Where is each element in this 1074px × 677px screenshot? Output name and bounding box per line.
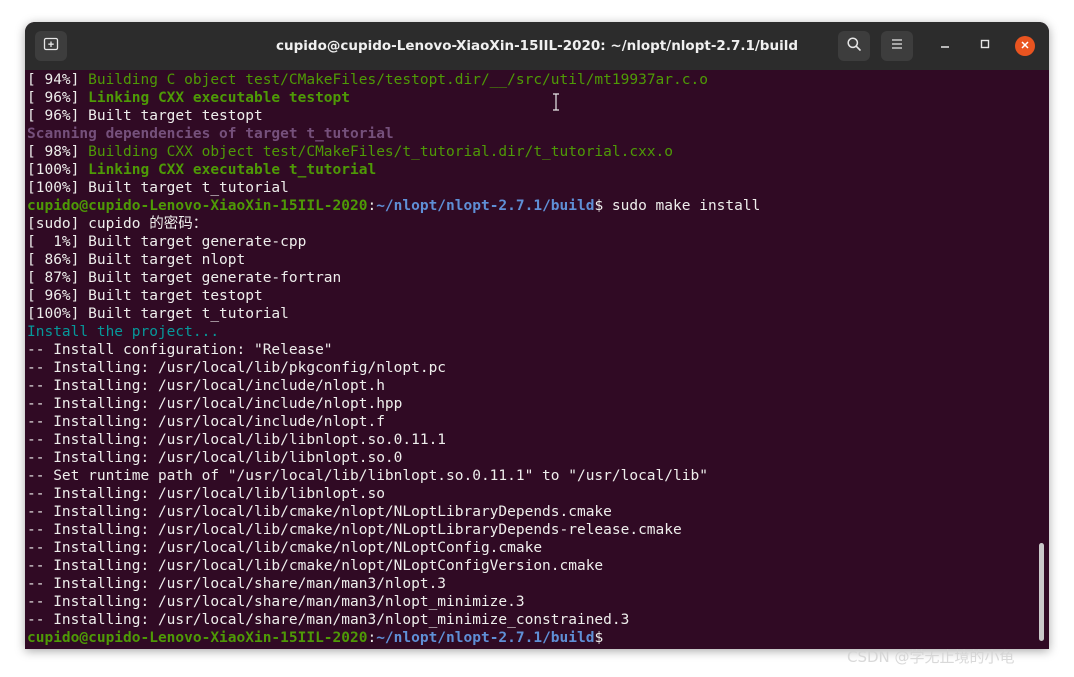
terminal-text-segment: [100%] — [27, 162, 89, 178]
maximize-button[interactable] — [975, 36, 995, 56]
terminal-line: [sudo] cupido 的密码： — [27, 215, 760, 233]
terminal-text-segment: -- Install configuration: "Release" — [27, 342, 333, 358]
minimize-button[interactable] — [935, 36, 955, 56]
menu-button[interactable] — [881, 31, 913, 61]
terminal-line: -- Installing: /usr/local/lib/cmake/nlop… — [27, 521, 760, 539]
terminal-line: [100%] Built target t_tutorial — [27, 305, 760, 323]
mouse-ibeam-cursor-icon — [551, 93, 561, 111]
terminal-text-segment: [ 87%] Built target generate-fortran — [27, 270, 342, 286]
terminal-text-segment: : — [367, 198, 377, 214]
terminal-line: [100%] Linking CXX executable t_tutorial — [27, 161, 760, 179]
terminal-text-segment: $ sudo make install — [594, 198, 761, 214]
terminal-line: -- Installing: /usr/local/lib/pkgconfig/… — [27, 359, 760, 377]
terminal-line: -- Installing: /usr/local/lib/cmake/nlop… — [27, 503, 760, 521]
terminal-line: -- Installing: /usr/local/include/nlopt.… — [27, 377, 760, 395]
terminal-text-segment: [ 94%] — [27, 72, 89, 88]
search-button[interactable] — [838, 31, 870, 61]
terminal-text-segment: -- Installing: /usr/local/include/nlopt.… — [27, 396, 403, 412]
terminal-text-segment: -- Installing: /usr/local/lib/cmake/nlop… — [27, 540, 543, 556]
terminal-line: Scanning dependencies of target t_tutori… — [27, 125, 760, 143]
terminal-text-segment: [100%] Built target t_tutorial — [27, 180, 289, 196]
terminal-text-segment: Scanning dependencies of target t_tutori… — [27, 126, 394, 142]
terminal-text-segment: [ 98%] — [27, 144, 89, 160]
terminal-line: [ 87%] Built target generate-fortran — [27, 269, 760, 287]
close-icon — [1020, 37, 1030, 55]
terminal-text-segment: [ 96%] Built target testopt — [27, 288, 263, 304]
terminal-text-segment: [100%] Built target t_tutorial — [27, 306, 289, 322]
terminal-line: [ 96%] Linking CXX executable testopt — [27, 89, 760, 107]
terminal-text-segment: [ 96%] — [27, 90, 89, 106]
terminal-text-segment: [ 1%] Built target generate-cpp — [27, 234, 307, 250]
terminal-text-segment: Linking CXX executable t_tutorial — [88, 162, 377, 178]
terminal-line: -- Installing: /usr/local/lib/libnlopt.s… — [27, 485, 760, 503]
terminal-text-segment: -- Installing: /usr/local/lib/libnlopt.s… — [27, 450, 403, 466]
search-icon — [846, 36, 862, 57]
terminal-line: -- Installing: /usr/local/include/nlopt.… — [27, 395, 760, 413]
terminal-text-segment: -- Installing: /usr/local/include/nlopt.… — [27, 378, 385, 394]
terminal-text-segment: : — [367, 630, 377, 646]
terminal-line: Install the project... — [27, 323, 760, 341]
terminal-line: -- Set runtime path of "/usr/local/lib/l… — [27, 467, 760, 485]
terminal-text-segment: Building C object test/CMakeFiles/testop… — [88, 72, 708, 88]
terminal-text-segment: ~/nlopt/nlopt-2.7.1/build — [376, 630, 595, 646]
terminal-text-segment: $ — [594, 630, 604, 646]
terminal-text-segment: Linking CXX executable testopt — [88, 90, 351, 106]
terminal-text-segment: [ 86%] Built target nlopt — [27, 252, 246, 268]
terminal-line: [ 94%] Building C object test/CMakeFiles… — [27, 71, 760, 89]
terminal-text-segment: -- Installing: /usr/local/include/nlopt.… — [27, 414, 385, 430]
terminal-line: -- Install configuration: "Release" — [27, 341, 760, 359]
terminal-output-area[interactable]: [ 94%] Building C object test/CMakeFiles… — [25, 70, 1049, 649]
terminal-line: -- Installing: /usr/local/share/man/man3… — [27, 593, 760, 611]
terminal-line: -- Installing: /usr/local/lib/cmake/nlop… — [27, 557, 760, 575]
terminal-line: [ 98%] Building CXX object test/CMakeFil… — [27, 143, 760, 161]
terminal-line: -- Installing: /usr/local/share/man/man3… — [27, 611, 760, 629]
terminal-window: cupido@cupido-Lenovo-XiaoXin-15IIL-2020:… — [25, 22, 1049, 649]
terminal-text-segment: -- Installing: /usr/local/lib/libnlopt.s… — [27, 486, 385, 502]
terminal-text-segment: [sudo] cupido 的密码： — [27, 216, 208, 232]
terminal-text-segment: -- Set runtime path of "/usr/local/lib/l… — [27, 468, 708, 484]
new-tab-icon — [43, 36, 59, 57]
terminal-text-segment: ~/nlopt/nlopt-2.7.1/build — [376, 198, 595, 214]
terminal-text-segment: -- Installing: /usr/local/lib/pkgconfig/… — [27, 360, 447, 376]
terminal-text-segment: -- Installing: /usr/local/lib/libnlopt.s… — [27, 432, 447, 448]
terminal-text-segment: -- Installing: /usr/local/lib/cmake/nlop… — [27, 504, 612, 520]
hamburger-menu-icon — [890, 37, 904, 56]
terminal-line: -- Installing: /usr/local/include/nlopt.… — [27, 413, 760, 431]
terminal-line: -- Installing: /usr/local/share/man/man3… — [27, 575, 760, 593]
title-bar[interactable]: cupido@cupido-Lenovo-XiaoXin-15IIL-2020:… — [25, 22, 1049, 70]
new-tab-button[interactable] — [35, 31, 67, 61]
terminal-line: cupido@cupido-Lenovo-XiaoXin-15IIL-2020:… — [27, 197, 760, 215]
terminal-text-segment: -- Installing: /usr/local/lib/cmake/nlop… — [27, 558, 604, 574]
terminal-text-segment: -- Installing: /usr/local/lib/cmake/nlop… — [27, 522, 682, 538]
terminal-line: -- Installing: /usr/local/lib/libnlopt.s… — [27, 431, 760, 449]
terminal-line: [ 96%] Built target testopt — [27, 287, 760, 305]
terminal-line: -- Installing: /usr/local/lib/cmake/nlop… — [27, 539, 760, 557]
terminal-line: [ 1%] Built target generate-cpp — [27, 233, 760, 251]
terminal-text-segment: [ 96%] Built target testopt — [27, 108, 263, 124]
terminal-text-segment: -- Installing: /usr/local/share/man/man3… — [27, 612, 630, 628]
terminal-text-segment: -- Installing: /usr/local/share/man/man3… — [27, 594, 525, 610]
terminal-text-segment: Building CXX object test/CMakeFiles/t_tu… — [88, 144, 674, 160]
maximize-icon — [979, 37, 991, 55]
close-button[interactable] — [1015, 36, 1035, 56]
terminal-text-segment: Install the project... — [27, 324, 220, 340]
terminal-text-segment: cupido@cupido-Lenovo-XiaoXin-15IIL-2020 — [27, 198, 368, 214]
terminal-lines: [ 94%] Building C object test/CMakeFiles… — [27, 71, 760, 647]
terminal-line: [100%] Built target t_tutorial — [27, 179, 760, 197]
terminal-line: -- Installing: /usr/local/lib/libnlopt.s… — [27, 449, 760, 467]
terminal-line: [ 86%] Built target nlopt — [27, 251, 760, 269]
terminal-line: [ 96%] Built target testopt — [27, 107, 760, 125]
watermark-text: CSDN @学无止境的小龟 — [847, 648, 1015, 666]
terminal-line: cupido@cupido-Lenovo-XiaoXin-15IIL-2020:… — [27, 629, 760, 647]
terminal-text-segment: -- Installing: /usr/local/share/man/man3… — [27, 576, 447, 592]
terminal-text-segment: cupido@cupido-Lenovo-XiaoXin-15IIL-2020 — [27, 630, 368, 646]
minimize-icon — [939, 37, 951, 55]
scrollbar-thumb[interactable] — [1039, 543, 1044, 641]
